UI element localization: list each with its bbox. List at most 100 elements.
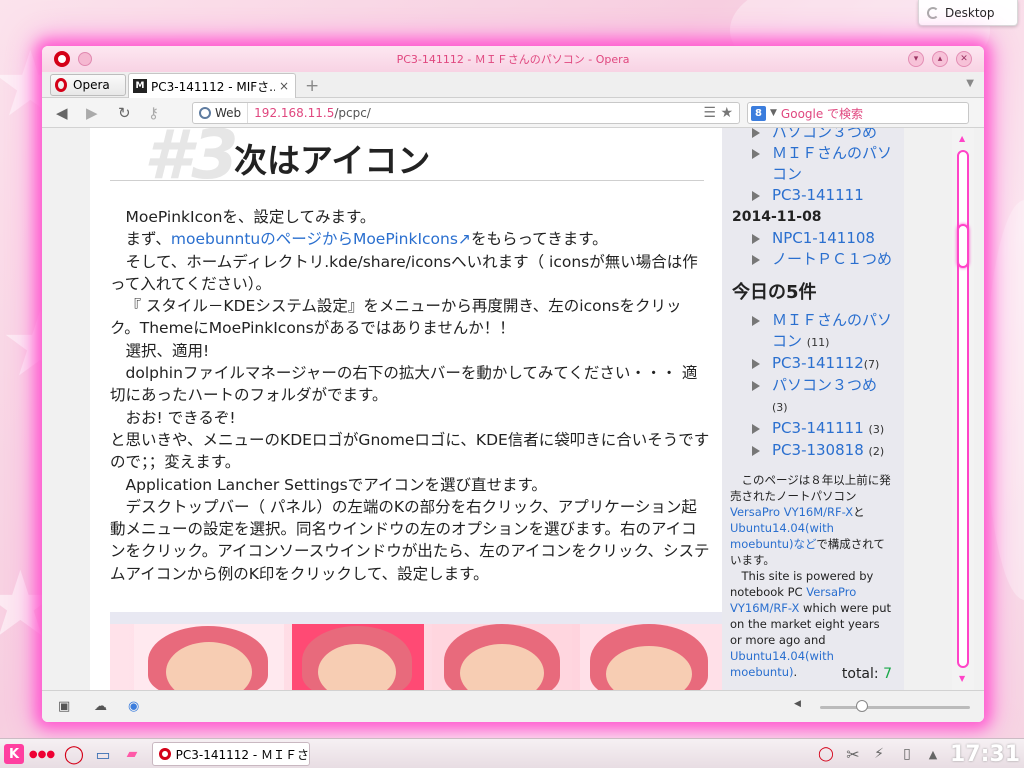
triangle-bullet-icon <box>752 234 760 244</box>
vertical-scrollbar[interactable]: ▲ ▼ <box>952 128 974 690</box>
sidebar-item[interactable]: ＭＩＦさんのパソコン <box>730 143 892 185</box>
status-bar: ▣ ☁ ◉ ◀ <box>42 690 984 722</box>
site-favicon-icon: M <box>133 79 147 93</box>
pin-icon[interactable] <box>78 52 92 66</box>
speed-dial-icon[interactable]: ◉ <box>128 699 139 714</box>
wallpaper-circle <box>985 200 1024 600</box>
paragraph: おお! できるぞ! <box>125 408 236 427</box>
sidebar: パソコン３つめ ＭＩＦさんのパソコン PC3-141111 2014-11-08… <box>722 128 904 690</box>
note-text: このページは８年以上前に発売されたノートパソコン <box>730 473 891 503</box>
triangle-bullet-icon <box>752 316 760 326</box>
zoom-slider-thumb[interactable] <box>856 700 868 712</box>
site-note-en: This site is powered by notebook PC Vers… <box>730 568 892 680</box>
search-field[interactable]: 8 ▼ Google で検索 <box>747 102 969 124</box>
page-viewport: #3 次はアイコン MoePinkIconを、設定してみます。 まず、moebu… <box>42 128 984 690</box>
search-placeholder: Google で検索 <box>780 106 864 121</box>
note-text: と <box>853 505 865 519</box>
reload-icon[interactable]: ↻ <box>118 104 131 122</box>
opera-small-icon <box>159 748 171 760</box>
tab-active[interactable]: M PC3-141112 - MIFさ... × <box>128 73 296 98</box>
key-icon[interactable]: ⚷ <box>148 104 159 122</box>
site-info-badge[interactable]: Web <box>193 103 249 123</box>
sidebar-item-label: NPC1-141108 <box>772 229 875 247</box>
bookmark-star-icon[interactable]: ★ <box>720 105 733 121</box>
taskbar-window-opera[interactable]: PC3-141112 - ＭＩＦさ <box>152 742 310 766</box>
opera-launcher-icon[interactable]: ◯ <box>64 744 84 765</box>
cloud-icon[interactable]: ☁ <box>94 699 107 714</box>
today-item-label: PC3-141111 <box>772 419 864 437</box>
desktop-pager[interactable]: Desktop <box>918 0 1018 26</box>
minimize-icon[interactable]: ▾ <box>908 51 924 67</box>
today-item-label: PC3-141112 <box>772 354 864 372</box>
opera-tray-icon[interactable]: ◯ <box>818 744 834 764</box>
maximize-icon[interactable]: ▴ <box>932 51 948 67</box>
article-heading: 次はアイコン <box>234 141 431 180</box>
today-item[interactable]: PC3-141111 (3) <box>730 418 892 440</box>
tab-close-icon[interactable]: × <box>279 79 295 93</box>
rss-icon[interactable]: ☰ <box>703 105 716 121</box>
triangle-bullet-icon <box>752 381 760 391</box>
system-clock[interactable]: 17:31 <box>950 742 1020 767</box>
today-item[interactable]: パソコン３つめ (3) <box>730 375 892 418</box>
close-window-icon[interactable]: ✕ <box>956 51 972 67</box>
paragraph: 『 スタイル－KDEシステム設定』をメニューから再度開き、左のiconsをクリッ… <box>110 297 682 338</box>
tab-bar: Opera M PC3-141112 - MIFさ... × + ▼ <box>42 72 984 98</box>
panel-toggle-icon[interactable]: ▣ <box>58 699 70 714</box>
note-text: . <box>793 665 798 679</box>
battery-icon[interactable]: ▯ <box>898 744 916 764</box>
today-item[interactable]: PC3-141112(7) <box>730 353 892 375</box>
tab-list-chevron-icon[interactable]: ▼ <box>966 78 974 89</box>
screenshot-taskbar <box>110 612 722 624</box>
window-titlebar[interactable]: PC3-141112 - ＭＩＦさんのパソコン - Opera ▾ ▴ ✕ <box>42 46 984 72</box>
network-icon[interactable]: ⚡ <box>870 744 888 764</box>
external-link-icon: ↗ <box>457 230 471 249</box>
today-item[interactable]: PC3-130818 (2) <box>730 440 892 462</box>
back-icon[interactable]: ◀ <box>56 104 68 122</box>
scroll-down-icon[interactable]: ▼ <box>959 674 965 683</box>
zoom-left-arrow-icon[interactable]: ◀ <box>794 699 801 709</box>
web-page: #3 次はアイコン MoePinkIconを、設定してみます。 まず、moebu… <box>90 128 904 690</box>
address-path: /pcpc/ <box>334 106 371 120</box>
monitor-icon[interactable]: ▭ <box>92 744 114 764</box>
today-item-label: パソコン３つめ <box>772 376 878 394</box>
versapro-link[interactable]: VersaPro VY16M/RF-X <box>730 505 853 519</box>
new-tab-icon[interactable]: + <box>305 76 319 96</box>
address-bar[interactable]: Web 192.168.11.5 /pcpc/ ☰ ★ <box>192 102 740 124</box>
sidebar-item-label: ＭＩＦさんのパソコン <box>772 144 893 183</box>
activities-icon[interactable]: ●●● <box>29 744 55 764</box>
opera-logo-icon[interactable] <box>54 51 70 67</box>
today-item[interactable]: ＭＩＦさんのパソコン (11) <box>730 310 892 353</box>
folder-icon[interactable]: ▰ <box>122 744 142 764</box>
scrollbar-thumb[interactable] <box>957 224 969 268</box>
paragraph: そして、ホームディレクトリ.kde/share/iconsへいれます（ icon… <box>110 252 698 293</box>
scroll-up-icon[interactable]: ▲ <box>959 134 965 143</box>
globe-icon <box>199 107 211 119</box>
desktop-pager-label: Desktop <box>945 5 995 20</box>
tray-expand-icon[interactable]: ▲ <box>926 744 940 764</box>
search-engine-icon[interactable]: 8 <box>751 105 766 121</box>
total-label: total: <box>841 666 879 682</box>
system-taskbar: K ●●● ◯ ▭ ▰ PC3-141112 - ＭＩＦさ ◯ ✂ ⚡ ▯ ▲ … <box>0 738 1024 768</box>
triangle-bullet-icon <box>752 446 760 456</box>
sidebar-item[interactable]: NPC1-141108 <box>730 228 892 249</box>
forward-icon[interactable]: ▶ <box>86 104 98 122</box>
paragraph: dolphinファイルマネージャーの右下の拡大バーを動かしてみてください・・・ … <box>110 364 698 405</box>
opera-o-icon <box>55 78 67 92</box>
today-item-label: PC3-130818 <box>772 441 864 459</box>
moebuntu-link[interactable]: moebunntuのページからMoePinkIcons <box>171 230 458 248</box>
opera-menu-button[interactable]: Opera <box>50 74 126 96</box>
sidebar-item[interactable]: ノートＰＣ１つめ <box>730 249 892 270</box>
ubuntu-link-en[interactable]: Ubuntu14.04(with moebuntu) <box>730 649 834 679</box>
paragraph: Application Lancher Settingsでアイコンを選び直せます… <box>125 475 547 494</box>
paragraph: MoePinkIconを、設定してみます。 <box>125 208 376 226</box>
sidebar-item[interactable]: PC3-141111 <box>730 185 892 206</box>
today-item-count: (11) <box>806 336 830 349</box>
section-number: #3 <box>144 128 239 195</box>
clipboard-scissors-icon[interactable]: ✂ <box>844 744 862 764</box>
triangle-bullet-icon <box>752 149 760 159</box>
sidebar-item[interactable]: パソコン３つめ <box>730 128 892 143</box>
triangle-bullet-icon <box>752 191 760 201</box>
search-engine-chevron-icon[interactable]: ▼ <box>770 108 777 118</box>
kde-menu-icon[interactable]: K <box>4 744 24 764</box>
zoom-slider-track[interactable] <box>820 706 970 709</box>
